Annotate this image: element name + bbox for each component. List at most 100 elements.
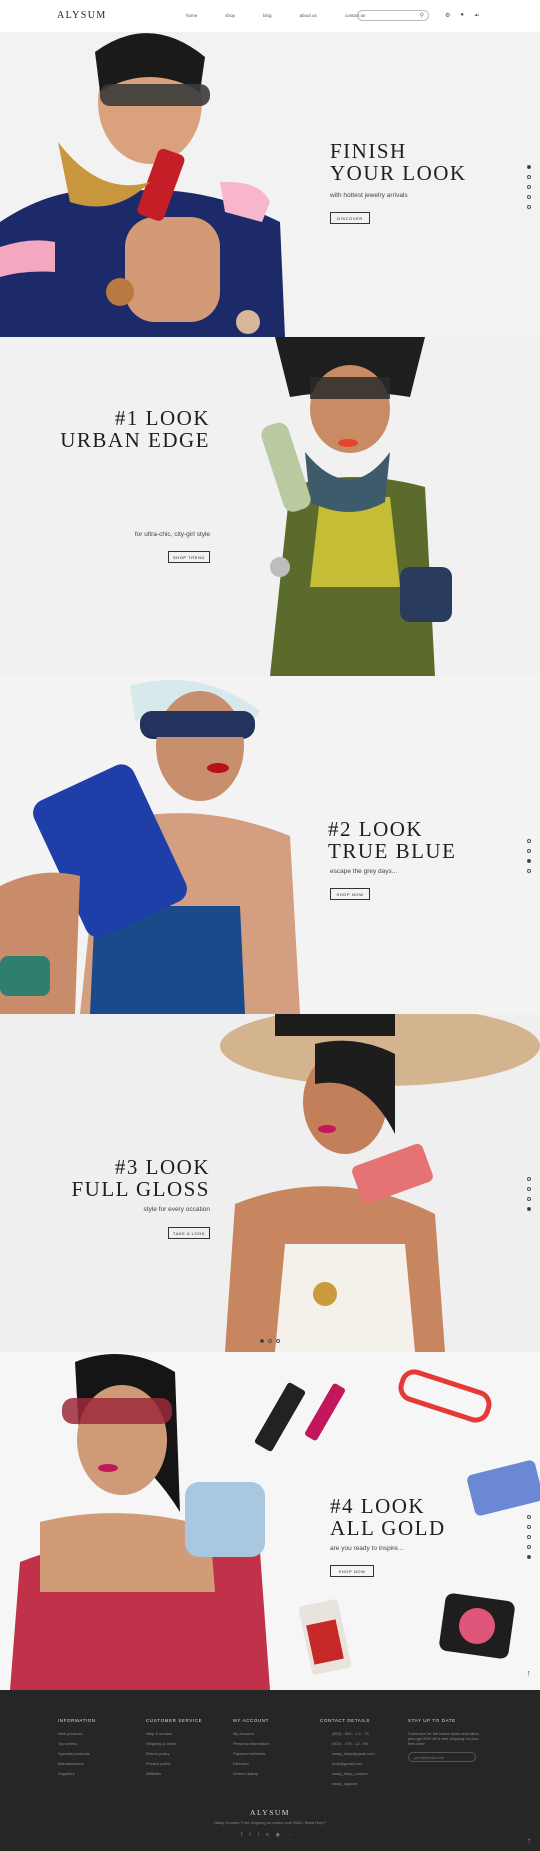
slide-dot[interactable] (527, 205, 531, 209)
slide-dot[interactable] (527, 839, 531, 843)
search-icon[interactable]: ⚲ (420, 12, 424, 19)
footer-link[interactable]: New products (58, 1731, 96, 1736)
footer-heading: MY ACCOUNT (233, 1718, 269, 1723)
footer-contact-details: CONTACT DETAILS (000) - 000 - 1 4 - 76 (… (320, 1718, 375, 1791)
slide-dot[interactable] (527, 195, 531, 199)
scroll-to-top-icon[interactable]: ↑ (527, 1668, 532, 1678)
look-slide-1: #1 LOOK URBAN EDGE for ultra-chic, city-… (0, 337, 540, 676)
slide-dot[interactable] (527, 185, 531, 189)
footer-link[interactable]: My Account (233, 1731, 270, 1736)
slide-dot[interactable] (527, 859, 531, 863)
scroll-to-top-icon[interactable]: ↑ (527, 1836, 531, 1845)
nav-about-us[interactable]: about us (300, 13, 317, 18)
search-input[interactable]: ⚲ (357, 10, 429, 21)
look-slide-2: #2 LOOK TRUE BLUE escape the grey days..… (0, 676, 540, 1014)
skype-text[interactable]: nasty_support (320, 1781, 375, 1786)
more-icon[interactable]: ⋯ (287, 1832, 299, 1838)
slide-dot[interactable] (527, 175, 531, 179)
footer-link[interactable]: Payment methods (233, 1751, 270, 1756)
slide-dot[interactable] (527, 165, 531, 169)
discover-button[interactable]: DISCOVER (330, 212, 370, 224)
carousel-dot[interactable] (260, 1339, 264, 1343)
email-text[interactable]: lexiy@gmail.com (320, 1761, 375, 1766)
linkedin-icon[interactable]: in (258, 1832, 276, 1838)
slide-dot[interactable] (527, 1207, 531, 1211)
twitter-icon[interactable]: t (249, 1832, 257, 1838)
slide-1-subtitle: with hottest jewelry arrivals (330, 192, 408, 199)
footer-link[interactable]: Help & contact (146, 1731, 202, 1736)
model-photo (0, 32, 290, 337)
footer-heading: CONTACT DETAILS (320, 1718, 371, 1723)
slide-dot[interactable] (527, 1197, 531, 1201)
footer-link[interactable]: Manufacturers (58, 1761, 96, 1766)
slide-dot[interactable] (527, 1555, 531, 1559)
footer-link[interactable]: Suppliers (58, 1771, 96, 1776)
instagram-icon[interactable]: ◉ (276, 1832, 287, 1838)
nav-home[interactable]: home (186, 13, 197, 18)
footer-link[interactable]: Return policy (146, 1751, 202, 1756)
slide-dot[interactable] (527, 1177, 531, 1181)
slide-1-title-line-1: FINISH (330, 139, 407, 163)
phone-text: (000) - 000 - 1 4 - 76 (332, 1731, 369, 1736)
user-icon[interactable]: ● (460, 12, 464, 19)
footer-link[interactable]: Privacy policy (146, 1761, 202, 1766)
footer-link[interactable]: Top sellers (58, 1741, 96, 1746)
model-photo (0, 1352, 540, 1690)
slide-dot[interactable] (527, 1545, 531, 1549)
take-a-look-button[interactable]: TAKE A LOOK (168, 1227, 210, 1239)
footer-heading: CUSTOMER SERVICE (146, 1718, 203, 1723)
footer-logo[interactable]: ALYSUM (0, 1808, 540, 1817)
footer-link[interactable]: Orders history (233, 1771, 270, 1776)
look-slide-4: #4 LOOK ALL GOLD are you ready to inspir… (0, 1352, 540, 1690)
hero-slide-1: FINISH YOUR LOOK with hottest jewelry ar… (0, 32, 540, 337)
slide-dot[interactable] (527, 1535, 531, 1539)
model-photo (215, 1014, 540, 1352)
page: ALYSUM home shop blog about us contact u… (0, 0, 540, 1851)
email-text[interactable]: nasty_shop@gmail.com (320, 1751, 375, 1756)
slide-4-title-line-2: FULL GLOSS (71, 1177, 210, 1201)
slide-3-subtitle: escape the grey days... (330, 868, 398, 875)
nav-shop[interactable]: shop (225, 13, 235, 18)
site-footer: INFORMATION New products Top sellers Spe… (0, 1690, 540, 1851)
newsletter-text: Subscribe for the latest styles and sale… (408, 1731, 480, 1746)
slide-dots (527, 839, 531, 873)
site-logo[interactable]: ALYSUM (57, 10, 107, 21)
settings-icon[interactable]: ⚙ (445, 12, 450, 19)
slide-dot[interactable] (527, 1187, 531, 1191)
skype-text[interactable]: nasty_shop_contact (320, 1771, 375, 1776)
nav-blog[interactable]: blog (263, 13, 272, 18)
shop-now-button[interactable]: SHOP NOW (330, 1565, 374, 1577)
footer-my-account: MY ACCOUNT My Account Personal informati… (233, 1718, 270, 1781)
shop-trend-button[interactable]: SHOP TREND (168, 551, 210, 563)
footer-heading: STAY UP TO DATE (408, 1718, 456, 1723)
newsletter-email-input[interactable]: your@email.com (408, 1752, 476, 1762)
slide-5-title-line-2: ALL GOLD (330, 1516, 446, 1540)
model-photo (250, 337, 540, 676)
carousel-dot[interactable] (268, 1339, 272, 1343)
slide-dots (527, 165, 531, 209)
slide-3-title: #2 LOOK TRUE BLUE (328, 818, 456, 862)
slide-dot[interactable] (527, 849, 531, 853)
slide-5-title-line-1: #4 LOOK (330, 1494, 426, 1518)
carousel-dots (260, 1339, 280, 1343)
social-icons: ftin◉⋯ (0, 1832, 540, 1838)
slide-dot[interactable] (527, 869, 531, 873)
look-slide-3: #3 LOOK FULL GLOSS style for every occat… (0, 1014, 540, 1352)
footer-heading: INFORMATION (58, 1718, 96, 1723)
cart-icon[interactable]: ☙ (474, 12, 479, 19)
carousel-dot[interactable] (276, 1339, 280, 1343)
footer-link[interactable]: Specials products (58, 1751, 96, 1756)
model-photo (0, 676, 300, 1014)
slide-5-subtitle: are you ready to inspire... (330, 1545, 404, 1552)
slide-2-title: #1 LOOK URBAN EDGE (0, 407, 210, 451)
footer-link[interactable]: Personal information (233, 1741, 270, 1746)
slide-2-title-line-1: #1 LOOK (114, 406, 210, 430)
slide-dot[interactable] (527, 1515, 531, 1519)
footer-link[interactable]: Affiliates (146, 1771, 202, 1776)
footer-link[interactable]: Shipping & taxes (146, 1741, 202, 1746)
footer-link[interactable]: Discount (233, 1761, 270, 1766)
shop-now-button[interactable]: SHOP NOW (330, 888, 370, 900)
site-header: ALYSUM home shop blog about us contact u… (0, 0, 540, 32)
slide-4-subtitle: style for every occation (143, 1206, 210, 1213)
slide-dot[interactable] (527, 1525, 531, 1529)
